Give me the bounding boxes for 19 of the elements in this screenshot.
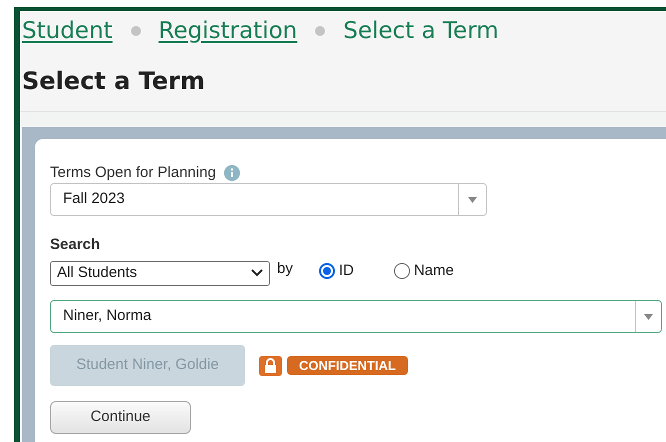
breadcrumb-link[interactable]: Student: [22, 14, 113, 48]
breadcrumb-link[interactable]: Registration: [158, 14, 298, 48]
search-heading: Search: [50, 235, 102, 252]
dropdown-arrow-icon: [644, 314, 653, 320]
field-label: Terms Open for Planning: [50, 162, 216, 183]
dropdown-arrow-icon: [468, 196, 477, 202]
continue-button[interactable]: Continue: [50, 401, 191, 434]
confidential-badge: CONFIDENTIAL: [287, 356, 408, 375]
by-label: by: [277, 259, 293, 279]
search-radio[interactable]: Name: [394, 260, 454, 282]
lock-icon: [259, 356, 282, 376]
info-icon: [224, 165, 240, 181]
term-select[interactable]: Fall 2023: [50, 183, 487, 216]
breadcrumb-current: Select a Term: [343, 16, 499, 46]
chevron-down-icon: [251, 269, 263, 277]
page-title: Select a Term: [22, 66, 205, 97]
scope-select[interactable]: All Students: [50, 260, 270, 286]
search-radio[interactable]: ID: [318, 260, 354, 282]
student-combobox[interactable]: Niner, Norma: [50, 300, 662, 333]
